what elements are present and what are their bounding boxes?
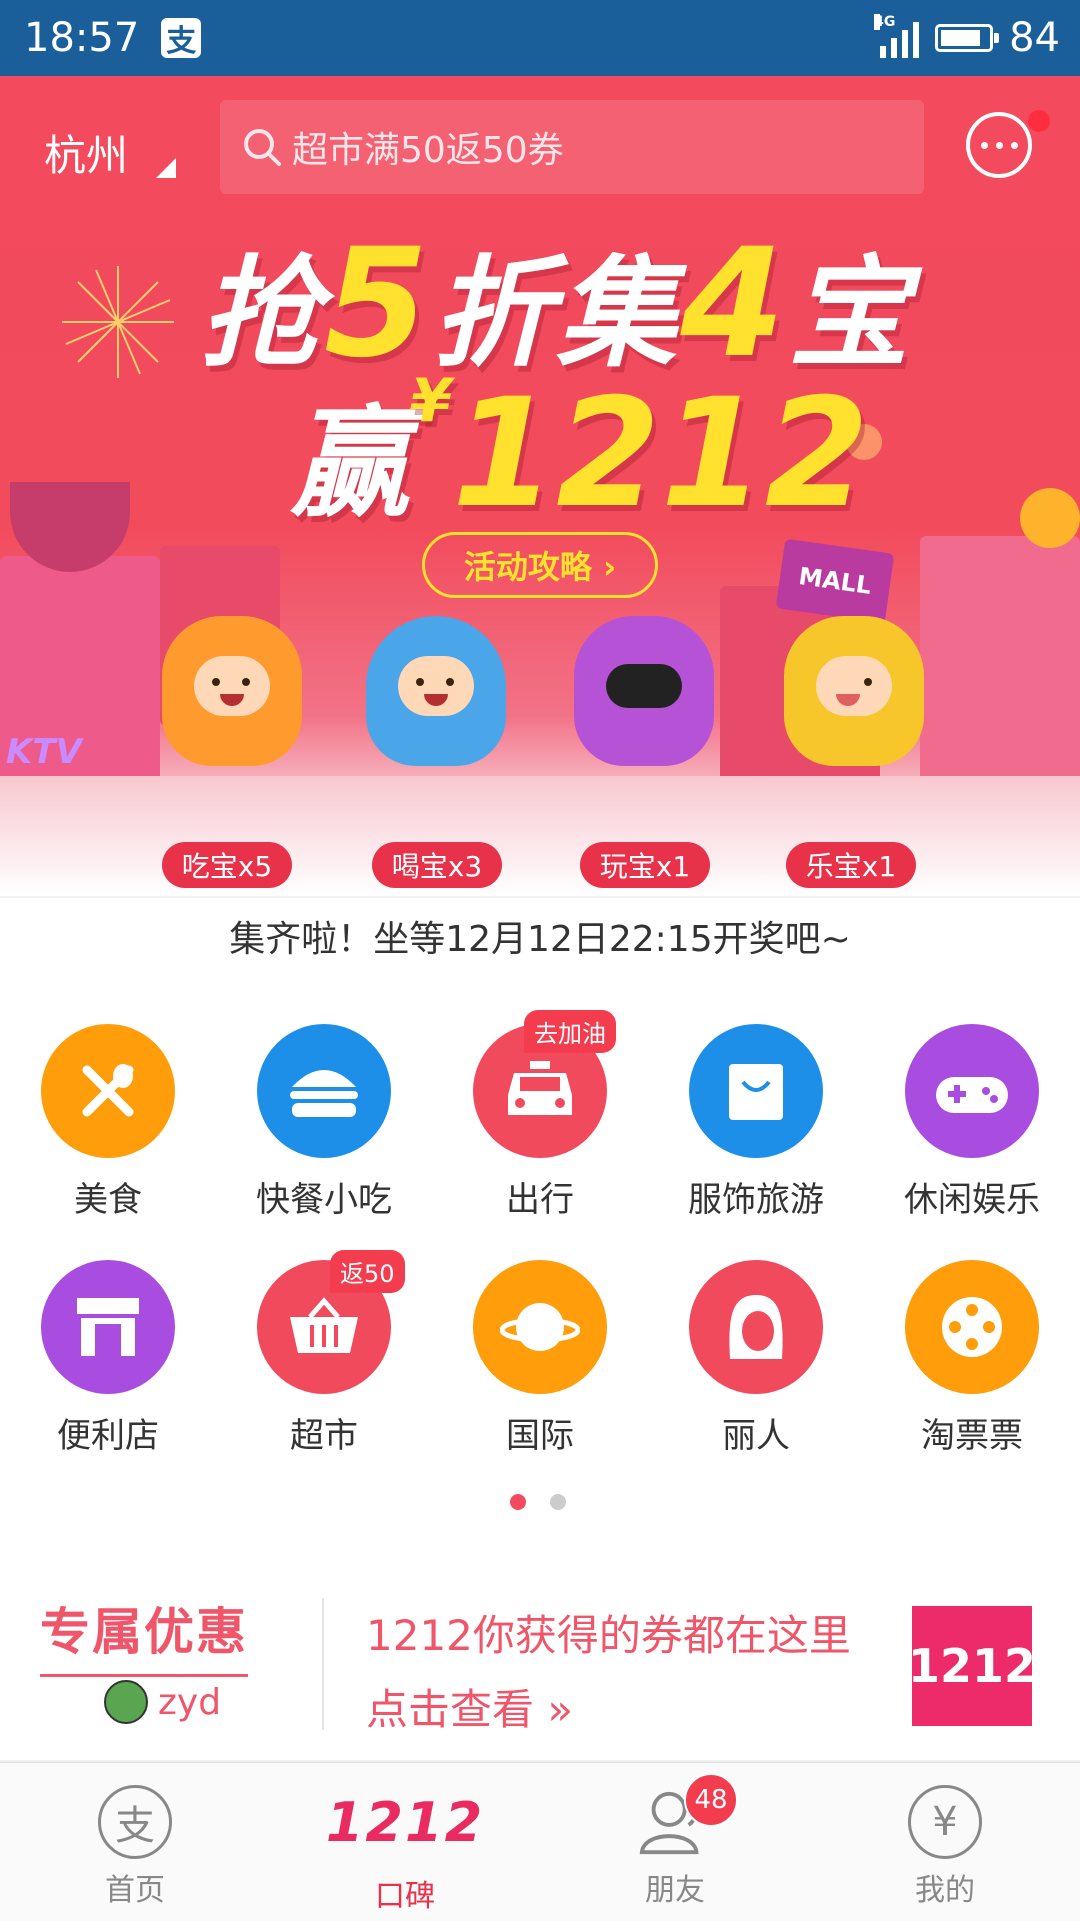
category-fast-food[interactable]: 快餐小吃 bbox=[216, 1024, 432, 1221]
category-label: 快餐小吃 bbox=[256, 1180, 392, 1220]
category-movie-tickets[interactable]: 淘票票 bbox=[864, 1260, 1080, 1457]
scene-block bbox=[920, 536, 1080, 816]
activity-guide-button[interactable]: 活动攻略 › bbox=[422, 532, 658, 598]
category-apparel-travel[interactable]: 服饰旅游 bbox=[648, 1024, 864, 1221]
lottery-status-text: 集齐啦！坐等12月12日22:15开奖吧~ bbox=[0, 898, 1080, 994]
status-bar: 18:57 支 4G 84 bbox=[0, 0, 1080, 76]
search-placeholder: 超市满50返50券 bbox=[292, 130, 564, 171]
mascot-eat bbox=[162, 616, 302, 766]
city-selector[interactable]: 杭州 bbox=[44, 122, 128, 183]
city-dropdown-icon[interactable] bbox=[156, 158, 176, 178]
coupon-view-link[interactable]: 点击查看 » bbox=[366, 1676, 573, 1737]
1212-festival-icon: 1212 bbox=[325, 1791, 485, 1854]
1212-logo: 1212 bbox=[908, 1606, 1036, 1726]
exclusive-coupon-card[interactable]: 专属优惠 zyd 1212你获得的券都在这里 点击查看 » 1212 bbox=[0, 1562, 1080, 1760]
refuel-tag: 去加油 bbox=[524, 1010, 616, 1053]
badge-fun: 乐宝x1 bbox=[786, 842, 916, 888]
mascot-play bbox=[574, 616, 714, 766]
category-label: 便利店 bbox=[57, 1416, 159, 1456]
film-reel-icon bbox=[905, 1260, 1039, 1394]
mascot-drink bbox=[366, 616, 506, 766]
planet-icon bbox=[473, 1260, 607, 1394]
divider bbox=[322, 1598, 324, 1730]
tab-label: 口碑 bbox=[375, 1879, 435, 1914]
avatar bbox=[104, 1680, 148, 1724]
signal-icon: 4G bbox=[874, 14, 920, 58]
category-label: 丽人 bbox=[722, 1416, 790, 1456]
category-food[interactable]: 美食 bbox=[0, 1024, 216, 1221]
alipay-home-icon: 支 bbox=[98, 1785, 172, 1859]
promo-headline-2: 赢¥1212 bbox=[290, 366, 870, 541]
alipay-notification-icon: 支 bbox=[161, 18, 202, 59]
store-icon bbox=[41, 1260, 175, 1394]
coupon-title: 专属优惠 bbox=[40, 1592, 248, 1677]
more-menu-button[interactable] bbox=[966, 112, 1032, 178]
badge-eat: 吃宝x5 bbox=[162, 842, 292, 888]
fork-spoon-icon bbox=[41, 1024, 175, 1158]
burger-icon bbox=[257, 1024, 391, 1158]
badge-drink: 喝宝x3 bbox=[372, 842, 502, 888]
mascot-fun bbox=[784, 616, 924, 766]
battery-percent: 84 bbox=[1009, 15, 1060, 61]
username: zyd bbox=[158, 1681, 222, 1723]
bottom-tab-bar: 支 首页 1212 口碑 朋友 48 ¥ 我的 bbox=[0, 1762, 1080, 1921]
category-supermarket[interactable]: 超市 返50 bbox=[216, 1250, 432, 1457]
gamepad-icon bbox=[905, 1024, 1039, 1158]
firework-icon bbox=[62, 266, 174, 378]
woman-face-icon bbox=[689, 1260, 823, 1394]
yen-icon: ¥ bbox=[908, 1785, 982, 1859]
film-reel-icon bbox=[1020, 488, 1080, 548]
category-label: 美食 bbox=[74, 1180, 142, 1220]
page-dot[interactable] bbox=[550, 1494, 566, 1510]
category-beauty[interactable]: 丽人 bbox=[648, 1260, 864, 1457]
category-leisure[interactable]: 休闲娱乐 bbox=[864, 1024, 1080, 1221]
cashback-tag: 返50 bbox=[330, 1250, 405, 1293]
search-icon bbox=[244, 129, 281, 166]
status-time: 18:57 bbox=[24, 15, 140, 61]
page-indicator bbox=[510, 1494, 566, 1510]
tab-home[interactable]: 支 首页 bbox=[0, 1763, 270, 1921]
notification-dot bbox=[1026, 108, 1052, 134]
promo-banner[interactable]: 杭州 超市满50返50券 抢5折集4宝 赢¥1212 活动攻略 › MALL K… bbox=[0, 76, 1080, 896]
friends-unread-badge: 48 bbox=[684, 1773, 738, 1827]
tab-koubei[interactable]: 1212 口碑 bbox=[270, 1763, 540, 1921]
category-label: 休闲娱乐 bbox=[904, 1180, 1040, 1220]
network-type-label: 4G bbox=[874, 14, 896, 30]
category-label: 国际 bbox=[506, 1416, 574, 1456]
promo-headline-1: 抢5折集4宝 bbox=[200, 217, 913, 391]
coupon-user: zyd bbox=[104, 1680, 221, 1724]
tab-label: 朋友 bbox=[645, 1873, 705, 1908]
tab-label: 我的 bbox=[915, 1873, 975, 1908]
search-input[interactable]: 超市满50返50券 bbox=[220, 100, 924, 194]
mall-sign: MALL bbox=[775, 538, 895, 624]
tab-friends[interactable]: 朋友 bbox=[540, 1763, 810, 1921]
category-convenience-store[interactable]: 便利店 bbox=[0, 1260, 216, 1457]
tab-label: 首页 bbox=[105, 1873, 165, 1908]
tab-mine[interactable]: ¥ 我的 bbox=[810, 1763, 1080, 1921]
category-label: 超市 bbox=[290, 1416, 358, 1456]
shopping-bag-icon bbox=[689, 1024, 823, 1158]
category-travel[interactable]: 出行 去加油 bbox=[432, 1010, 648, 1221]
category-grid: 美食 快餐小吃 出行 去加油 服饰旅游 休闲娱乐 便利店 超市 返50 国际 丽… bbox=[0, 992, 1080, 1562]
coupon-message: 1212你获得的券都在这里 bbox=[366, 1611, 851, 1660]
badge-play: 玩宝x1 bbox=[580, 842, 710, 888]
category-label: 服饰旅游 bbox=[688, 1180, 824, 1220]
category-label: 淘票票 bbox=[921, 1416, 1023, 1456]
page-dot-active[interactable] bbox=[510, 1494, 526, 1510]
battery-icon bbox=[935, 24, 1000, 52]
category-label: 出行 bbox=[506, 1180, 574, 1220]
ktv-sign: KTV bbox=[6, 732, 82, 772]
stage bbox=[0, 776, 1080, 896]
category-international[interactable]: 国际 bbox=[432, 1260, 648, 1457]
